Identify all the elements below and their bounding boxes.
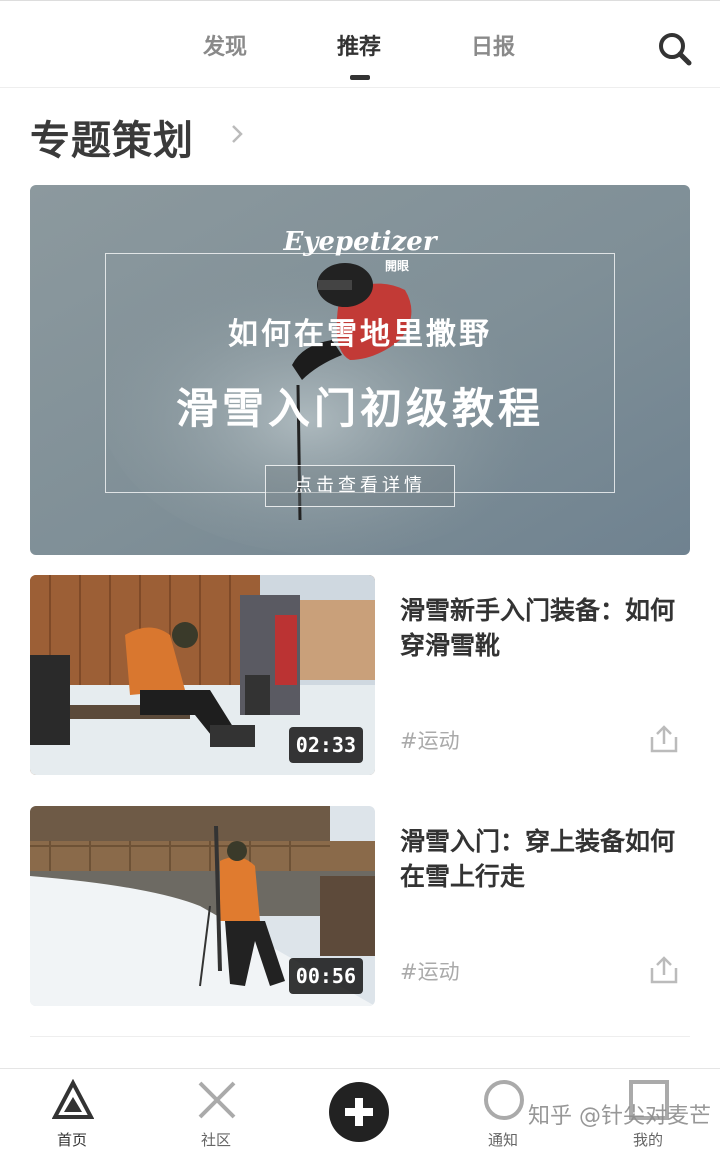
tab-recommend[interactable]: 推荐: [337, 29, 381, 61]
cross-community-icon: [196, 1079, 238, 1121]
share-icon[interactable]: [648, 954, 680, 986]
video-tag[interactable]: #运动: [400, 725, 460, 755]
banner-title: 滑雪入门初级教程: [175, 384, 544, 433]
video-duration: 02:33: [288, 727, 363, 763]
chevron-right-icon[interactable]: [230, 124, 244, 144]
video-thumbnail[interactable]: 02:33: [30, 575, 375, 775]
feature-banner[interactable]: Eyepetizer 開眼 如何在雪地里撒野 滑雪入门初级教程 点击查看详情: [30, 185, 690, 555]
video-duration: 00:56: [288, 958, 363, 994]
nav-home[interactable]: 首页: [27, 1069, 117, 1149]
watermark: 知乎 @针尖对麦芒: [528, 1104, 711, 1129]
list-divider: [30, 1036, 690, 1037]
tab-daily[interactable]: 日报: [471, 29, 515, 61]
nav-community[interactable]: 社区: [171, 1069, 261, 1149]
section-title[interactable]: 专题策划: [30, 108, 194, 166]
share-icon[interactable]: [648, 723, 680, 755]
view-details-button[interactable]: 点击查看详情: [265, 465, 455, 507]
top-navigation: 发现 推荐 日报: [0, 0, 720, 88]
search-icon[interactable]: [655, 29, 695, 69]
plus-icon[interactable]: [329, 1082, 389, 1142]
banner-frame: [105, 253, 615, 493]
eyepetizer-logo: Eyepetizer: [283, 227, 437, 257]
video-thumbnail[interactable]: 00:56: [30, 806, 375, 1006]
video-tag[interactable]: #运动: [400, 956, 460, 986]
triangle-home-icon: [51, 1078, 95, 1121]
logo-subtext: 開眼: [385, 259, 410, 273]
video-card[interactable]: 02:33 滑雪新手入门装备：如何穿滑雪靴 #运动: [30, 575, 690, 775]
circle-notification-icon: [483, 1079, 525, 1121]
video-title[interactable]: 滑雪新手入门装备：如何穿滑雪靴: [400, 593, 690, 663]
video-card[interactable]: 00:56 滑雪入门：穿上装备如何在雪上行走 #运动: [30, 806, 690, 1006]
tab-discover[interactable]: 发现: [203, 29, 247, 61]
video-title[interactable]: 滑雪入门：穿上装备如何在雪上行走: [400, 824, 690, 894]
active-tab-indicator: [350, 75, 370, 80]
banner-subtitle: 如何在雪地里撒野: [228, 317, 492, 352]
